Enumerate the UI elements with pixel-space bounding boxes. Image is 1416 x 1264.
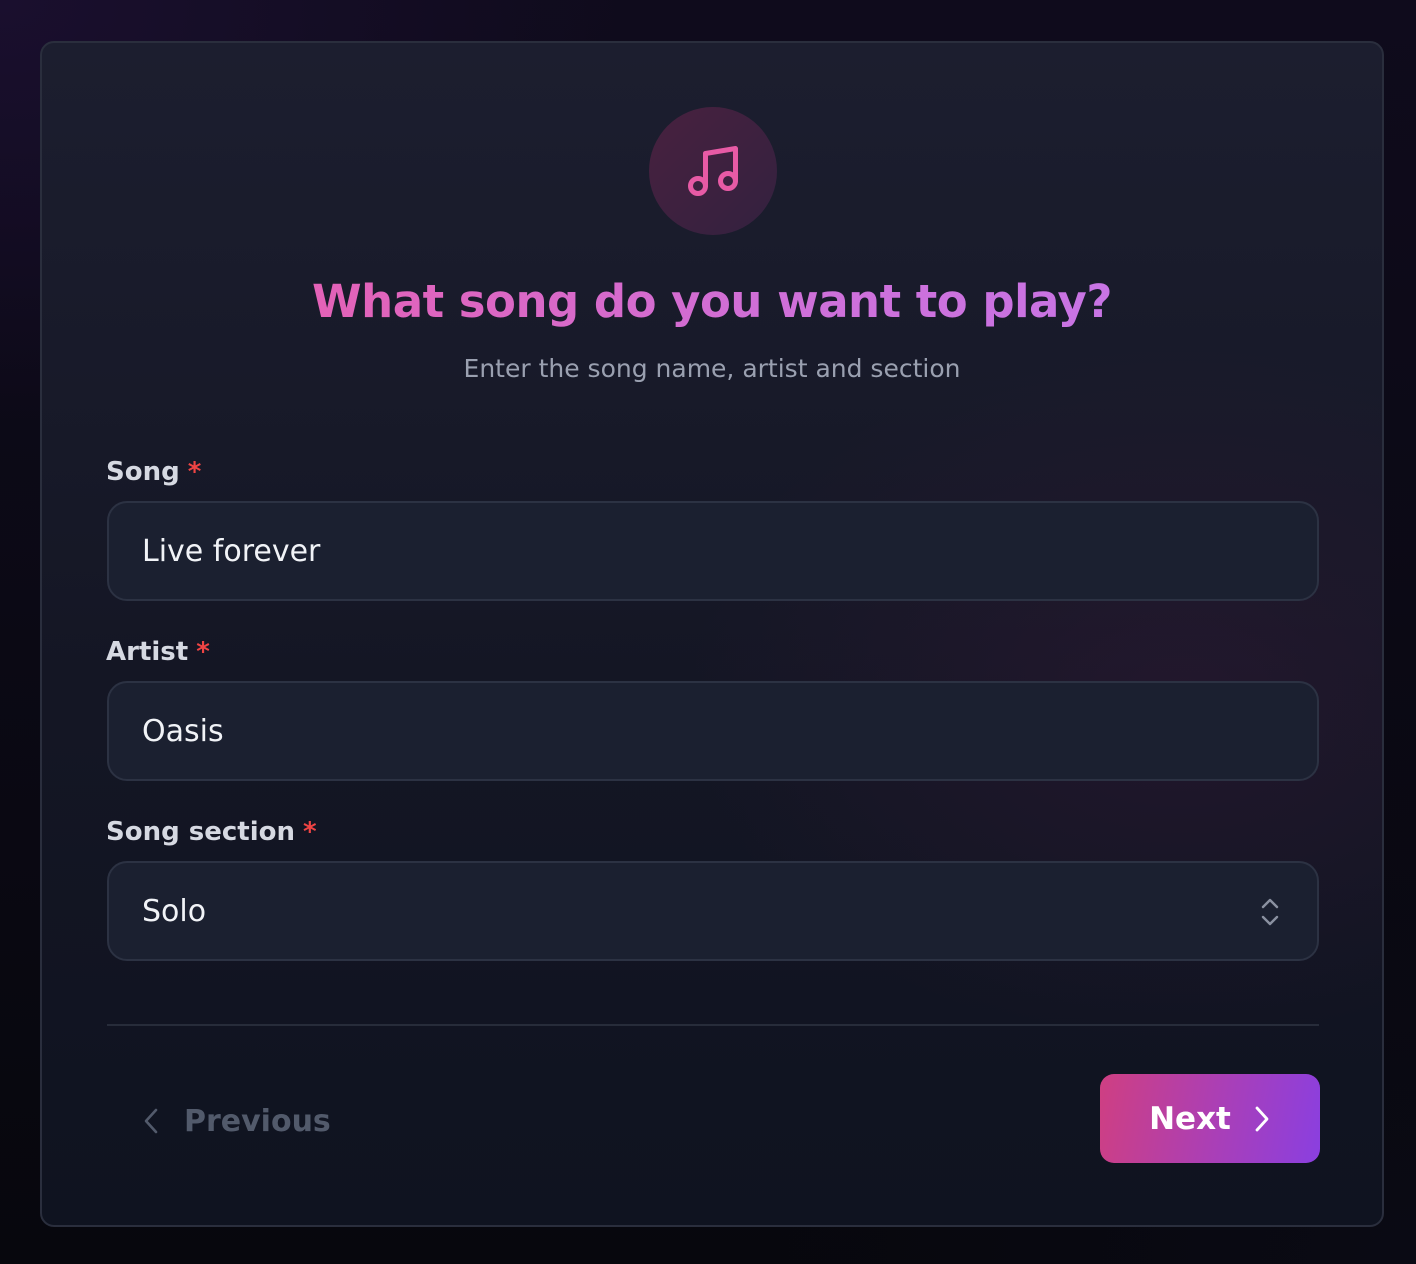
chevron-right-icon — [1255, 1106, 1269, 1131]
next-button-label: Next — [1149, 1100, 1231, 1137]
artist-input-value: Oasis — [142, 713, 224, 749]
page-subtitle: Enter the song name, artist and section — [463, 354, 961, 383]
chevron-up-down-icon — [1261, 898, 1279, 926]
divider — [107, 1024, 1319, 1026]
artist-label-text: Artist — [106, 637, 189, 667]
song-input[interactable]: Live forever — [107, 501, 1319, 601]
next-button[interactable]: Next — [1100, 1074, 1320, 1163]
music-note-icon — [688, 146, 738, 196]
wizard-card: What song do you want to play? Enter the… — [40, 41, 1384, 1227]
section-select[interactable]: Solo — [107, 861, 1319, 961]
previous-button-label: Previous — [184, 1103, 331, 1139]
artist-label: Artist * — [106, 637, 210, 667]
section-label: Song section * — [106, 817, 317, 847]
song-input-value: Live forever — [142, 533, 321, 569]
song-label: Song * — [106, 457, 201, 487]
required-marker: * — [196, 637, 210, 667]
chevron-left-icon — [144, 1108, 158, 1134]
song-label-text: Song — [106, 457, 180, 487]
section-select-value: Solo — [142, 893, 207, 929]
page-title: What song do you want to play? — [42, 275, 1382, 328]
required-marker: * — [187, 457, 202, 487]
artist-input[interactable]: Oasis — [107, 681, 1319, 781]
section-label-text: Song section — [106, 817, 295, 847]
music-icon-badge — [649, 107, 777, 235]
previous-button[interactable]: Previous — [142, 1096, 331, 1146]
required-marker: * — [303, 817, 317, 847]
